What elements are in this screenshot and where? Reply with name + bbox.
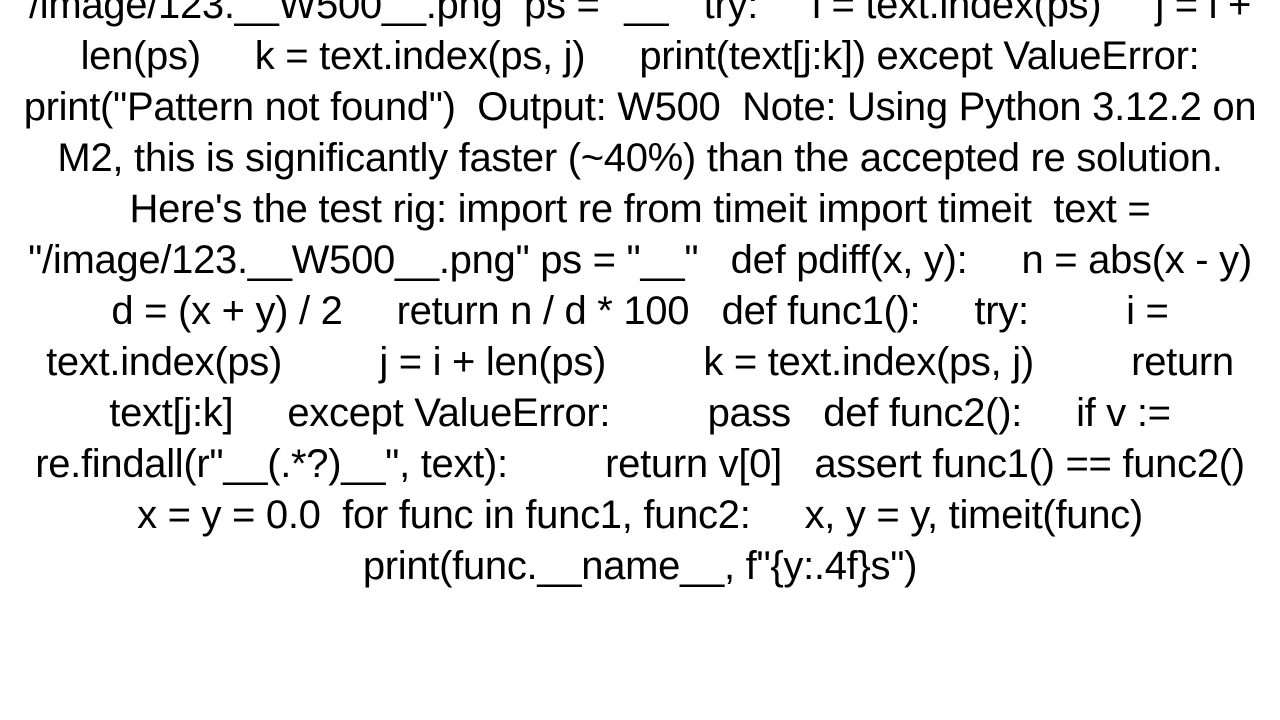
document-text: /image/123.__W500__.png ps = "__" try: i…: [0, 0, 1280, 592]
